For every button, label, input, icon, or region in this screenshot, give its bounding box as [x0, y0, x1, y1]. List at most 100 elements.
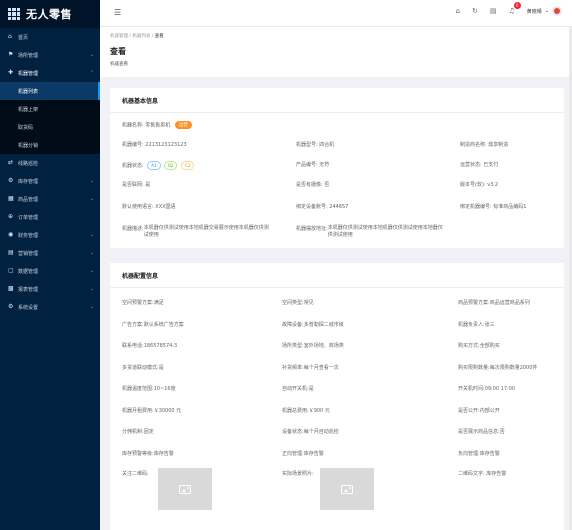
field-label: 机器状态: [122, 163, 144, 169]
field-value: ￥30000 元 [153, 407, 182, 414]
field-value: 无符 [319, 162, 330, 168]
chevron-up-icon: ⌃ [89, 70, 94, 76]
field-value: 每个月自动巡检 [303, 429, 339, 435]
scene-photo-image[interactable] [320, 468, 374, 510]
sidebar-item-home[interactable]: ⌂ 首页 [0, 28, 100, 46]
machine-status-field: 机器状态: A1 B2 C3 [122, 161, 195, 170]
breadcrumb-item[interactable]: 机器列表 [132, 34, 150, 39]
field: 产品编号: 无符 [296, 161, 329, 168]
field-value: XXX国语 [155, 204, 176, 210]
field-label: 绑定机器编号: [460, 204, 492, 210]
field-label: 多货道联动模式: [122, 364, 159, 371]
sidebar-subitem-pickup-code[interactable]: 取货码 [0, 118, 100, 136]
sidebar-item-settings[interactable]: ⚙ 系统设置 ⌄ [0, 298, 100, 316]
card-title: 机器配置信息 [110, 263, 564, 288]
field-label: 版本号(软): [460, 182, 486, 188]
sidebar-item-label: 线路巡检 [18, 160, 39, 167]
notification-bell-icon[interactable]: ♫ 6 [509, 2, 521, 15]
field-value: 鼎享制造 [488, 142, 509, 148]
field: 是否公开:内部公开 [458, 407, 500, 414]
brand[interactable]: 无人零售 [0, 0, 100, 28]
field-value: 张三 [484, 321, 495, 328]
machine-name-field: 机器名称: 零售售卖机 运营 [122, 121, 192, 129]
field-label: 正向管理: [282, 450, 304, 457]
sidebar-item-venue[interactable]: ⚑ 场所管理 ⌄ [0, 46, 100, 64]
link-icon: ⇄ [8, 159, 14, 166]
basic-info-card: 机器基本信息 机器名称: 零售售卖机 运营 机器编号: 221312312312… [110, 88, 564, 248]
field: 广告方案:默认系统广告方案 [122, 321, 184, 328]
field-value: ￥900 元 [308, 407, 330, 414]
status-chip: B2 [164, 161, 178, 170]
field-value: 否 [499, 429, 505, 435]
chevron-down-icon: ⌄ [89, 286, 94, 292]
breadcrumb-current: 查看 [154, 34, 164, 39]
field-value: 本机器仅供测试使用本地机器交易展示使用本机器仅供测试使用 [143, 225, 269, 238]
field-label: 制造商名称: [460, 142, 487, 148]
field-value: 固定 [143, 429, 154, 435]
field-value: 本机器仅供测试使用本地机器仅供测试使用本地器仅供测试使用 [327, 225, 443, 238]
plus-icon: ✚ [8, 69, 14, 76]
field-value: 是 [145, 182, 151, 188]
sidebar-item-machines[interactable]: ✚ 机器管理 ⌃ [0, 64, 100, 82]
field-value: 室外场地、商场类 [303, 343, 344, 349]
sidebar-item-orders[interactable]: ⊕ 订单管理 [0, 208, 100, 226]
field-value: 库存告警 [486, 471, 507, 477]
field: 分佣机制:固定 [122, 428, 154, 435]
field: 运营状态: 已支付 [460, 161, 498, 168]
sidebar-item-marketing[interactable]: ▤ 营销管理 ⌄ [0, 244, 100, 262]
sidebar-subitem-machine-list[interactable]: 机器列表 [0, 82, 100, 100]
avatar[interactable] [552, 6, 562, 16]
sidebar-item-label: 商品管理 [18, 196, 39, 203]
field-value: 满足 [153, 300, 164, 306]
sidebar-subitem-label: 机器分销 [18, 142, 39, 149]
chevron-down-icon: ⌄ [89, 304, 94, 310]
sidebar-item-label: 报表管理 [18, 286, 39, 293]
sidebar-item-finance[interactable]: ◉ 财务管理 ⌄ [0, 226, 100, 244]
field-value: 全部购买 [479, 343, 500, 349]
sidebar-item-inventory[interactable]: ⚙ 库存管理 ⌄ [0, 172, 100, 190]
field-label: 机器描述: [122, 226, 144, 232]
money-icon: ◉ [8, 231, 14, 238]
field-value: 已支付 [483, 162, 499, 168]
chevron-down-icon: ⌄ [544, 8, 549, 14]
sidebar-item-route[interactable]: ⇄ 线路巡检 [0, 154, 100, 172]
sidebar-subitem-label: 机器上架 [18, 106, 39, 113]
field-label: 购买方式: [458, 343, 480, 349]
app-title: 无人零售 [26, 8, 72, 21]
field-label: 是否公开: [458, 407, 480, 414]
field-value: 是 [158, 364, 164, 371]
breadcrumb: 机器管理 / 机器列表 / 查看 [110, 33, 164, 39]
field-label: 实际场景照片: [282, 471, 314, 477]
sidebar-subitem-machine-shelf[interactable]: 机器上架 [0, 100, 100, 118]
field-label: 二维码文字: [458, 471, 485, 477]
refresh-icon[interactable]: ↻ [472, 7, 478, 15]
chevron-down-icon: ⌄ [89, 250, 94, 256]
topbar: ☰ ⌂ ↻ ▤ ♫ 6 黄晓晴 ⌄ [100, 0, 572, 27]
field-label: 空间预警方案: [122, 300, 154, 306]
sidebar-item-products[interactable]: ▦ 商品管理 ⌄ [0, 190, 100, 208]
home-icon[interactable]: ⌂ [456, 7, 460, 15]
field-label: 机器型号: [296, 142, 318, 148]
breadcrumb-item[interactable]: 机器管理 [110, 34, 128, 39]
settings-icon: ⚙ [8, 303, 14, 310]
field: 补货频率:每个月查看一次 [282, 364, 339, 371]
field-value: 库存告警 [303, 450, 324, 457]
sidebar-subitem-distribution[interactable]: 机器分销 [0, 136, 100, 154]
field-label: 是否有摄像: [296, 182, 323, 188]
field: 二维码文字: 库存告警 [458, 470, 506, 477]
menu-toggle-icon[interactable]: ☰ [114, 8, 121, 17]
field-label: 故障设备: [282, 321, 304, 328]
chevron-down-icon: ⌄ [89, 268, 94, 274]
field-value: 186578574:3 [143, 343, 178, 349]
field-label: 机器总费用: [282, 407, 309, 414]
field-label: 购买限购数量: [458, 364, 490, 371]
user-menu[interactable]: 黄晓晴 ⌄ [527, 6, 562, 16]
field-value: 标准商品编码1 [493, 204, 527, 210]
qr-code-image[interactable] [158, 468, 212, 510]
sidebar-item-data[interactable]: ▢ 数据管理 ⌄ [0, 262, 100, 280]
field-value: 商品运营商品系列 [489, 300, 530, 306]
fullscreen-icon[interactable]: ▤ [490, 7, 497, 15]
sidebar-item-reports[interactable]: ▩ 报表管理 ⌄ [0, 280, 100, 298]
image-field: 关注二维码: [122, 470, 149, 477]
sidebar-submenu: 机器列表 机器上架 取货码 机器分销 [0, 82, 100, 154]
